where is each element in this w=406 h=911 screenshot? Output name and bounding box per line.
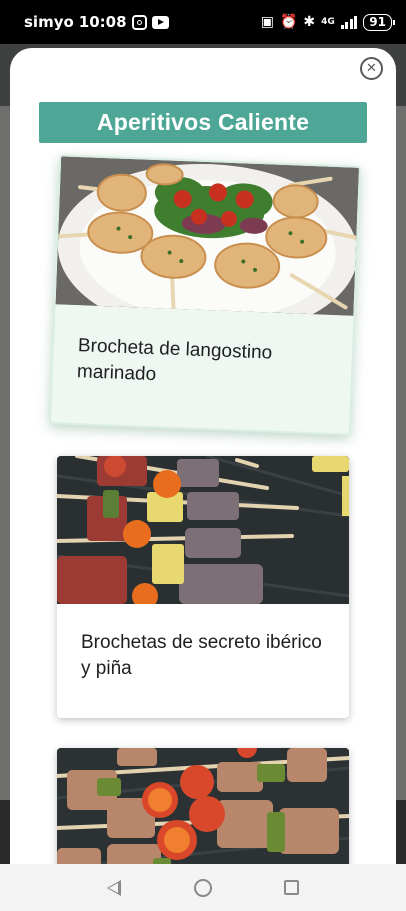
modal-sheet: ✕ Aperitivos Caliente Brocheta de langos… bbox=[10, 48, 396, 868]
shrimp-skewers-photo bbox=[55, 156, 359, 316]
menu-item-card[interactable]: Brocheta de langostino marinado bbox=[48, 154, 362, 436]
network-type-label: 4G bbox=[321, 17, 335, 27]
recents-button[interactable] bbox=[277, 873, 307, 903]
back-button[interactable] bbox=[99, 873, 129, 903]
chicken-tomato-skewers-image bbox=[57, 748, 349, 868]
youtube-icon bbox=[151, 15, 169, 29]
recents-icon bbox=[284, 880, 300, 895]
menu-item-title: Brochetas de secreto ibérico y piña bbox=[81, 632, 322, 679]
status-left: simyo 10:08 bbox=[24, 13, 169, 31]
menu-item-card[interactable] bbox=[57, 748, 349, 868]
menu-item-card[interactable]: Brochetas de secreto ibérico y piña bbox=[57, 456, 349, 718]
clock: 10:08 bbox=[78, 13, 127, 31]
signal-icon bbox=[340, 15, 358, 29]
nfc-icon: ▣ bbox=[260, 14, 274, 30]
menu-item-title: Brocheta de langostino marinado bbox=[76, 335, 273, 385]
battery-indicator: 91 bbox=[363, 13, 395, 31]
section-title: Aperitivos Caliente bbox=[39, 102, 367, 143]
status-bar: simyo 10:08 ▣ ⏰ ✱ 4G 91 bbox=[0, 0, 406, 44]
home-icon bbox=[193, 878, 212, 897]
carrier-label: simyo bbox=[24, 13, 74, 31]
battery-level: 91 bbox=[369, 15, 386, 29]
chicken-tomato-skewers-photo bbox=[57, 748, 349, 868]
pork-pineapple-skewers-photo bbox=[57, 456, 349, 604]
bluetooth-icon: ✱ bbox=[303, 14, 316, 30]
shrimp-skewers-image bbox=[55, 156, 359, 316]
alarm-icon: ⏰ bbox=[279, 14, 298, 30]
home-button[interactable] bbox=[188, 873, 218, 903]
system-navigation-bar bbox=[0, 864, 406, 911]
status-right: ▣ ⏰ ✱ 4G 91 bbox=[260, 13, 395, 31]
back-icon bbox=[107, 879, 122, 896]
close-icon[interactable]: ✕ bbox=[360, 57, 383, 80]
pork-pineapple-skewers-image bbox=[57, 456, 349, 604]
instagram-icon bbox=[131, 14, 147, 30]
